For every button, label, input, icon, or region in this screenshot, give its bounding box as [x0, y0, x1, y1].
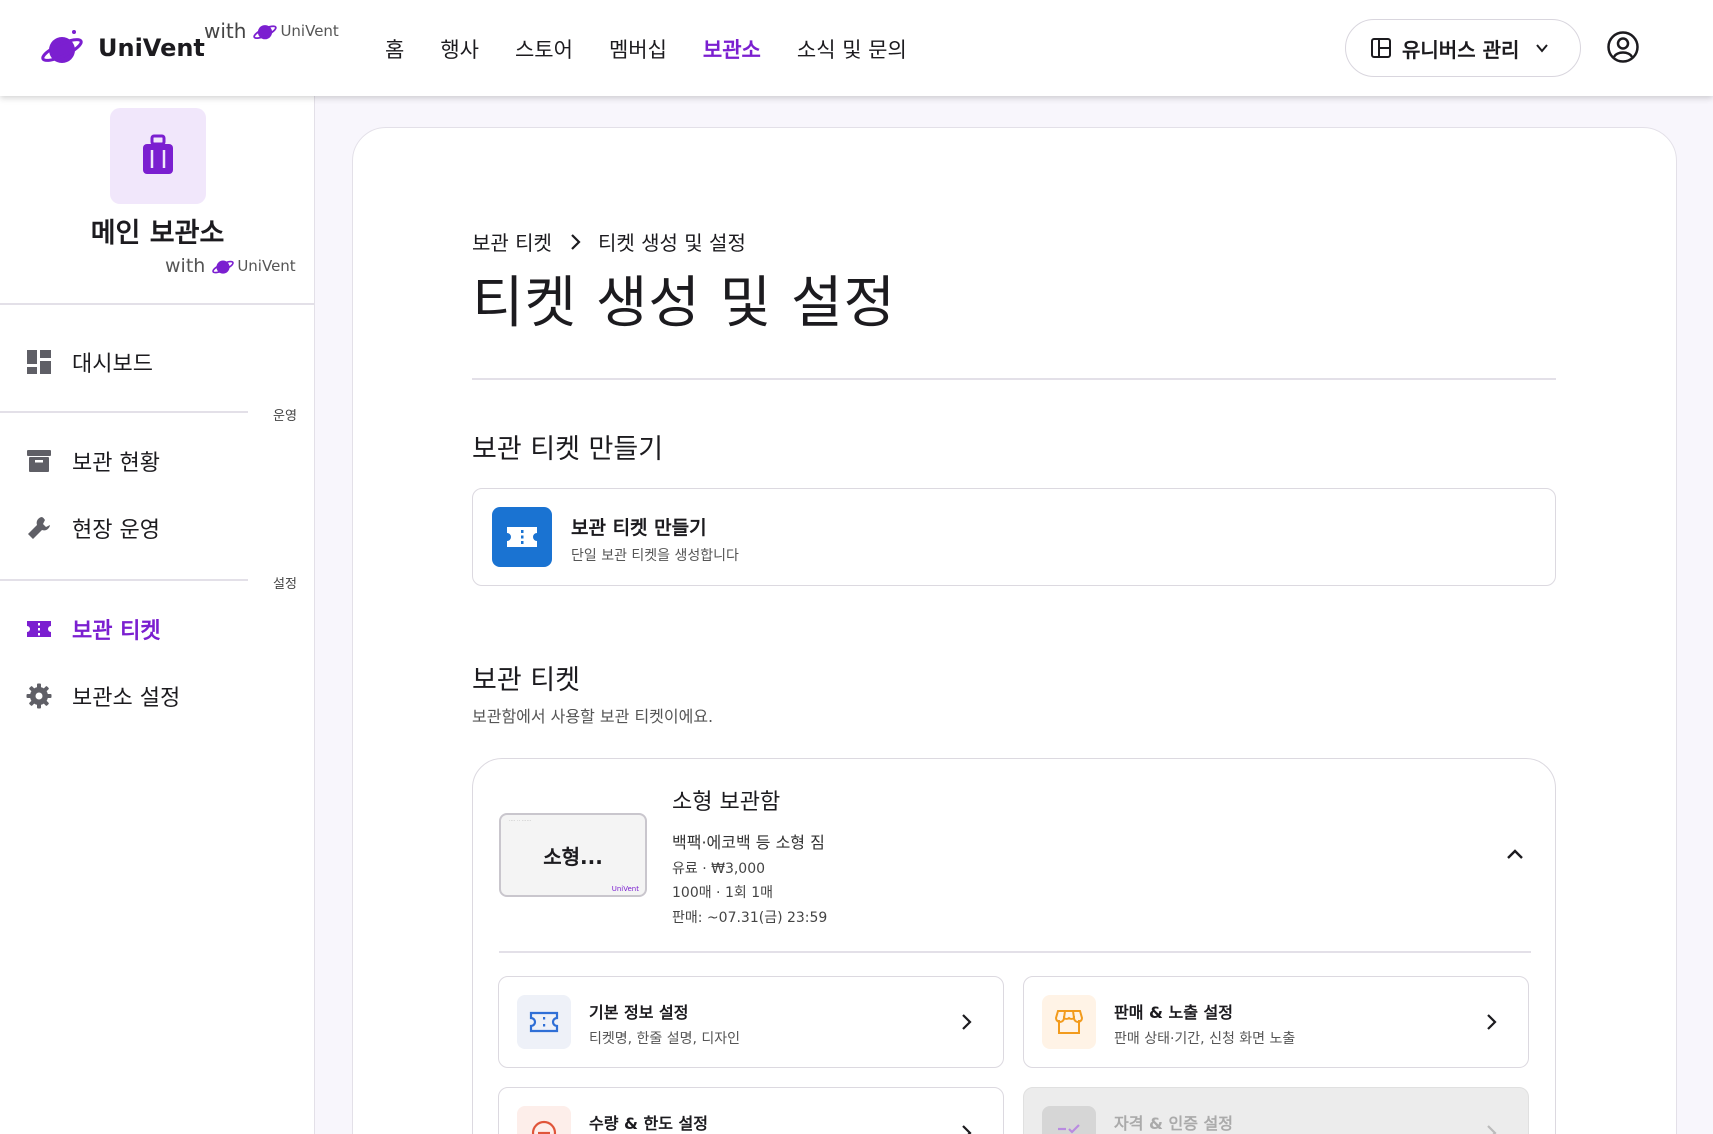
with-label: with — [204, 19, 247, 43]
create-ticket-subtitle: 단일 보관 티켓을 생성합니다 — [571, 548, 739, 564]
chevron-right-icon — [962, 1014, 972, 1030]
gear-icon — [26, 683, 52, 709]
ticket-list-subtitle: 보관함에서 사용할 보관 티켓이에요. — [472, 707, 714, 726]
chevron-right-icon — [962, 1125, 972, 1134]
sidebar-item-dashboard[interactable]: 대시보드 — [26, 342, 153, 382]
ticket-thumbnail[interactable]: ···· ·· ······ 소형... UniVent — [499, 813, 647, 897]
chevron-right-icon — [1487, 1014, 1497, 1030]
store-partner-brand: with UniVent — [165, 254, 296, 278]
nav-news-contact[interactable]: 소식 및 문의 — [797, 34, 907, 64]
settings-card-subtitle: 티켓명, 한줄 설명, 디자인 — [589, 1031, 741, 1047]
limit-icon — [531, 1120, 557, 1134]
breadcrumb-item-current: 티켓 생성 및 설정 — [597, 231, 746, 255]
section-caption-settings: 설정 — [273, 577, 297, 592]
divider — [499, 951, 1531, 953]
main-nav: 홈 행사 스토어 멤버십 보관소 소식 및 문의 — [385, 34, 943, 64]
settings-card-title: 수량 & 한도 설정 — [589, 1114, 708, 1133]
store-avatar — [110, 108, 206, 204]
nav-storage[interactable]: 보관소 — [703, 34, 761, 64]
ticket-price: 유료 · ₩3,000 — [672, 861, 766, 877]
chevron-right-icon — [1487, 1125, 1497, 1134]
sidebar-item-label: 대시보드 — [72, 352, 153, 377]
ticket-list-title: 보관 티켓 — [472, 665, 580, 696]
settings-icon-tile — [1042, 1106, 1096, 1134]
sales-visibility-settings-card[interactable]: 판매 & 노출 설정 판매 상태·기간, 신청 화면 노출 — [1023, 976, 1529, 1068]
luggage-icon — [143, 134, 173, 174]
page-title: 티켓 생성 및 설정 — [472, 271, 897, 336]
nav-store[interactable]: 스토어 — [515, 34, 573, 64]
chevron-right-icon — [571, 233, 581, 250]
partner-brand: with UniVent — [204, 18, 339, 44]
checklist-icon — [1058, 1124, 1080, 1134]
divider — [0, 411, 248, 413]
settings-card-subtitle: 판매 상태·기간, 신청 화면 노출 — [1114, 1031, 1296, 1047]
ticket-item-card: ···· ·· ······ 소형... UniVent 소형 보관함 백팩·에… — [472, 758, 1556, 1134]
ticket-description: 백팩·에코백 등 소형 짐 — [672, 833, 825, 852]
archive-box-icon — [27, 450, 51, 472]
breadcrumb-item-tickets[interactable]: 보관 티켓 — [472, 227, 552, 256]
ticket-outline-icon — [529, 1011, 559, 1033]
sidebar-item-storage-tickets[interactable]: 보관 티켓 — [26, 609, 161, 649]
wrench-icon — [28, 517, 50, 539]
thumbnail-fine-print: ···· ·· ······ — [509, 818, 532, 824]
top-navigation-bar: UniVent with UniVent 홈 행사 스토어 멤버십 보관소 소식… — [0, 0, 1713, 96]
store-title: 메인 보관소 — [90, 218, 225, 249]
brand[interactable]: UniVent — [40, 26, 205, 70]
sidebar-item-label: 보관소 설정 — [72, 686, 181, 711]
section-caption-ops: 운영 — [273, 409, 297, 424]
account-circle-icon[interactable] — [1606, 30, 1640, 64]
ticket-quantity: 100매 · 1회 1매 — [672, 885, 773, 901]
sidebar-item-storage-settings[interactable]: 보관소 설정 — [26, 676, 180, 716]
brand-name: UniVent — [98, 34, 205, 62]
thumbnail-watermark: UniVent — [611, 885, 639, 893]
universe-manage-label: 유니버스 관리 — [1402, 37, 1520, 62]
nav-events[interactable]: 행사 — [440, 34, 479, 64]
create-ticket-icon-tile — [492, 507, 552, 567]
sidebar-item-label: 현장 운영 — [72, 518, 160, 543]
eligibility-auth-settings-card: 자격 & 인증 설정 — [1023, 1087, 1529, 1134]
settings-card-title: 자격 & 인증 설정 — [1114, 1114, 1233, 1133]
sidebar: 메인 보관소 with UniVent 대시보드 운영 보관 현황 현장 운영 … — [0, 96, 315, 1134]
create-ticket-card[interactable]: 보관 티켓 만들기 단일 보관 티켓을 생성합니다 — [472, 488, 1556, 586]
settings-card-title: 기본 정보 설정 — [589, 1003, 689, 1022]
nav-home[interactable]: 홈 — [385, 34, 404, 64]
sidebar-item-label: 보관 현황 — [72, 451, 160, 476]
sidebar-item-onsite-ops[interactable]: 현장 운영 — [26, 508, 160, 548]
divider — [0, 303, 315, 305]
univent-logo-icon — [212, 260, 235, 274]
ticket-icon — [507, 527, 537, 547]
nav-membership[interactable]: 멤버십 — [609, 34, 667, 64]
breadcrumb: 보관 티켓 티켓 생성 및 설정 — [472, 227, 746, 256]
settings-icon-tile — [517, 1106, 571, 1134]
settings-card-title: 판매 & 노출 설정 — [1114, 1003, 1233, 1022]
partner-name: UniVent — [237, 257, 296, 275]
basic-info-settings-card[interactable]: 기본 정보 설정 티켓명, 한줄 설명, 디자인 — [498, 976, 1004, 1068]
create-ticket-title: 보관 티켓 만들기 — [571, 517, 707, 539]
dashboard-layout-icon — [1371, 38, 1391, 58]
dashboard-icon — [27, 350, 51, 374]
sidebar-item-label: 보관 티켓 — [72, 619, 161, 644]
univent-logo-icon — [41, 30, 83, 63]
quantity-limit-settings-card[interactable]: 수량 & 한도 설정 — [498, 1087, 1004, 1134]
ticket-sale-period: 판매: ~07.31(금) 23:59 — [672, 910, 828, 926]
universe-manage-button[interactable]: 유니버스 관리 — [1345, 19, 1581, 77]
univent-logo-icon — [253, 25, 278, 40]
partner-name: UniVent — [280, 22, 339, 40]
ticket-name: 소형 보관함 — [672, 790, 781, 815]
with-label: with — [165, 255, 206, 277]
settings-icon-tile — [1042, 995, 1096, 1049]
sidebar-item-storage-status[interactable]: 보관 현황 — [26, 441, 160, 481]
divider — [0, 579, 248, 581]
create-section-title: 보관 티켓 만들기 — [472, 434, 664, 465]
thumbnail-title: 소형... — [543, 845, 603, 869]
ticket-icon — [27, 621, 51, 637]
divider — [472, 378, 1556, 380]
chevron-up-icon[interactable] — [1503, 843, 1527, 867]
settings-icon-tile — [517, 995, 571, 1049]
chevron-down-icon — [1536, 44, 1549, 53]
storefront-icon — [1055, 1010, 1083, 1034]
